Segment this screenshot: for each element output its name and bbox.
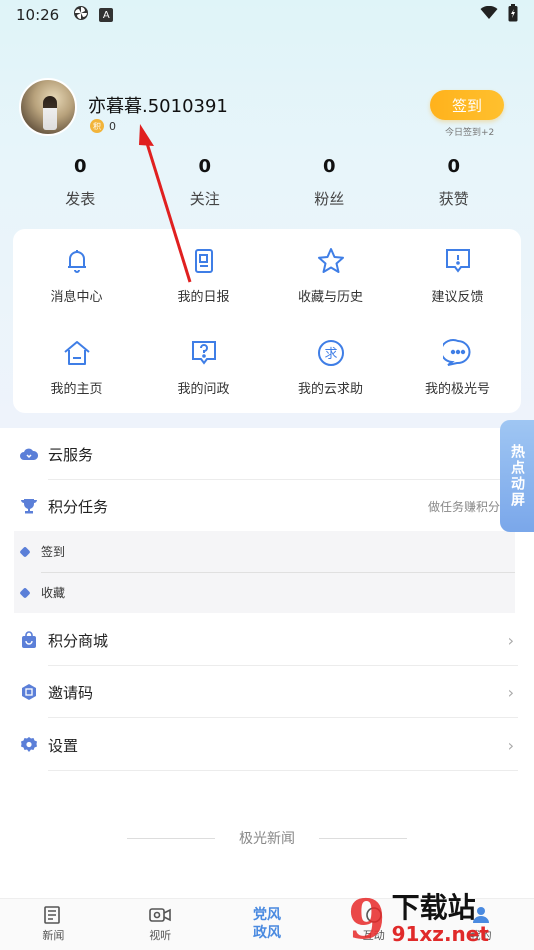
- avatar[interactable]: [19, 78, 77, 136]
- menu-settings[interactable]: 设置 ›: [0, 719, 534, 771]
- stat-posts[interactable]: 0 发表: [18, 156, 143, 209]
- menu-points-task-label: 积分任务: [48, 497, 109, 516]
- status-bar: 10:26 A: [0, 0, 534, 30]
- grid-label: 我的日报: [177, 289, 230, 305]
- chevron-right-icon: ›: [507, 630, 514, 650]
- username[interactable]: 亦暮暮.5010391: [88, 92, 228, 118]
- feature-grid: 消息中心 我的日报 收藏与历史 建议反馈 我的主页 我的问政 求 我的云求助 我…: [13, 229, 521, 413]
- signin-button[interactable]: 签到: [430, 90, 504, 120]
- menu-points-task[interactable]: 积分任务 做任务赚积分 ›: [0, 480, 534, 532]
- stat-fans-num: 0: [322, 156, 336, 177]
- menu-invite-code-label: 邀请码: [48, 683, 94, 702]
- stat-fans[interactable]: 0 粉丝: [267, 156, 392, 209]
- wifi-icon: [480, 5, 498, 24]
- subtask-favorite[interactable]: 收藏: [14, 572, 515, 613]
- stat-following[interactable]: 0 关注: [143, 156, 268, 209]
- chevron-right-icon: ›: [507, 735, 514, 755]
- status-time: 10:26: [16, 6, 60, 24]
- grid-label: 我的问政: [177, 381, 230, 397]
- grid-label: 建议反馈: [431, 289, 484, 305]
- video-camera-icon: [149, 906, 171, 924]
- watermark-logo: 9 下载站 91xz.net: [348, 887, 534, 950]
- points-row[interactable]: 积 0: [90, 119, 116, 133]
- footer-brand: 极光新闻: [0, 828, 534, 848]
- help-icon: 求: [316, 338, 346, 368]
- invite-hexagon-icon: [19, 682, 39, 702]
- stat-posts-num: 0: [73, 156, 87, 177]
- stat-likes[interactable]: 0 获赞: [392, 156, 517, 209]
- grid-label: 收藏与历史: [297, 289, 363, 305]
- stat-likes-num: 0: [447, 156, 461, 177]
- shopping-bag-icon: [19, 630, 39, 650]
- stat-likes-label: 获赞: [438, 190, 469, 208]
- grid-item-daily-report[interactable]: 我的日报: [140, 229, 267, 321]
- grid-item-messages[interactable]: 消息中心: [13, 229, 140, 321]
- menu-points-task-hint: 做任务赚积分: [427, 499, 500, 514]
- watermark-top: 下载站: [391, 891, 476, 924]
- nav-party-style[interactable]: 党风 政风: [214, 899, 321, 950]
- newspaper-icon: [42, 906, 64, 924]
- nav-news-label: 新闻: [42, 929, 65, 942]
- points-value: 0: [109, 119, 116, 133]
- chat-icon: [442, 338, 473, 368]
- nav-video-label: 视听: [149, 929, 172, 942]
- grid-item-homepage[interactable]: 我的主页: [13, 321, 140, 413]
- grid-item-my-inquiry[interactable]: 我的问政: [140, 321, 267, 413]
- menu-cloud-service[interactable]: 云服务: [0, 428, 534, 480]
- signin-note: 今日签到+2: [445, 128, 495, 138]
- bell-icon: [62, 246, 92, 276]
- grid-label: 我的主页: [50, 381, 103, 397]
- feedback-icon: [443, 246, 473, 276]
- subtask-label: 收藏: [41, 586, 66, 600]
- menu-points-mall-label: 积分商城: [48, 631, 109, 650]
- app-a-icon: A: [99, 8, 114, 22]
- nav-news[interactable]: 新闻: [0, 899, 107, 950]
- daily-report-icon: [189, 246, 219, 276]
- stat-following-num: 0: [198, 156, 212, 177]
- divider: [127, 837, 215, 839]
- points-coin-icon: 积: [90, 119, 104, 133]
- divider: [48, 770, 518, 771]
- divider: [48, 717, 518, 718]
- divider: [319, 837, 407, 839]
- watermark-nine: 9: [348, 887, 386, 950]
- grid-label: 我的极光号: [424, 381, 490, 397]
- stat-following-label: 关注: [189, 190, 220, 208]
- trophy-icon: [19, 496, 39, 516]
- stat-fans-label: 粉丝: [314, 190, 345, 208]
- menu-points-mall[interactable]: 积分商城 ›: [0, 614, 534, 666]
- grid-label: 消息中心: [50, 289, 103, 305]
- grid-item-cloud-help[interactable]: 求 我的云求助: [267, 321, 394, 413]
- grid-label: 我的云求助: [297, 381, 363, 397]
- subtask-label: 签到: [41, 545, 66, 559]
- pinwheel-icon: [73, 5, 89, 25]
- chevron-right-icon: ›: [507, 682, 514, 702]
- menu-invite-code[interactable]: 邀请码 ›: [0, 666, 534, 718]
- diamond-bullet-icon: [19, 545, 31, 558]
- grid-item-aurora-account[interactable]: 我的极光号: [394, 321, 521, 413]
- stat-posts-label: 发表: [65, 190, 96, 208]
- battery-icon: [508, 4, 518, 26]
- stats-row: 0 发表 0 关注 0 粉丝 0 获赞: [18, 156, 516, 209]
- grid-item-feedback[interactable]: 建议反馈: [394, 229, 521, 321]
- menu-cloud-service-label: 云服务: [48, 445, 94, 464]
- watermark-url: 91xz.net: [391, 922, 489, 946]
- cloud-icon: [19, 444, 39, 464]
- diamond-bullet-icon: [19, 586, 31, 599]
- grid-item-favorites[interactable]: 收藏与历史: [267, 229, 394, 321]
- menu-settings-label: 设置: [48, 736, 79, 755]
- star-icon: [316, 246, 346, 276]
- gear-icon: [19, 735, 39, 755]
- points-task-subpanel: 签到 收藏: [14, 531, 515, 613]
- footer-brand-label: 极光新闻: [239, 831, 295, 847]
- home-icon: [62, 338, 92, 368]
- question-icon: [189, 338, 219, 368]
- nav-center-line2: 政风: [252, 925, 281, 941]
- subtask-signin[interactable]: 签到: [14, 531, 515, 572]
- nav-video[interactable]: 视听: [107, 899, 214, 950]
- hot-news-tab[interactable]: 热点动屏: [500, 420, 534, 532]
- nav-center-line1: 党风: [252, 907, 281, 923]
- svg-text:求: 求: [324, 347, 337, 362]
